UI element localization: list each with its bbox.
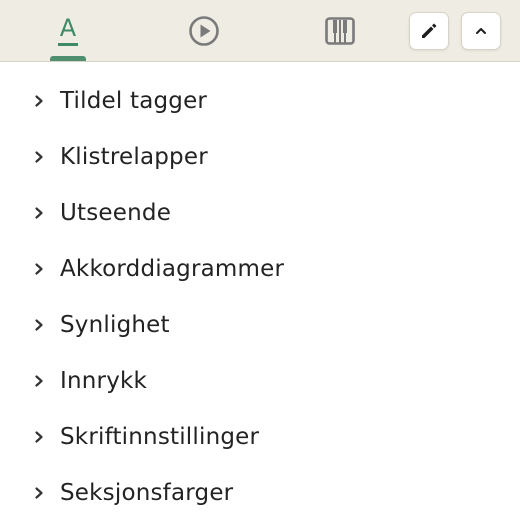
section-label: Akkorddiagrammer	[60, 256, 285, 282]
chevron-right-icon	[35, 319, 43, 331]
section-row-indentation[interactable]: Innrykk	[0, 353, 520, 409]
section-list: Tildel tagger Klistrelapper Utseende Akk…	[0, 73, 520, 521]
section-label: Skriftinnstillinger	[60, 424, 260, 450]
chevron-right-icon	[35, 375, 43, 387]
chevron-right-icon	[35, 487, 43, 499]
edit-button[interactable]	[409, 12, 449, 50]
chevron-right-icon	[35, 263, 43, 275]
section-label: Klistrelapper	[60, 144, 208, 170]
active-tab-indicator	[50, 56, 86, 61]
section-label: Seksjonsfarger	[60, 480, 234, 506]
section-row-sticky-notes[interactable]: Klistrelapper	[0, 129, 520, 185]
section-row-font-settings[interactable]: Skriftinnstillinger	[0, 409, 520, 465]
chevron-right-icon	[35, 207, 43, 219]
chevron-right-icon	[35, 95, 43, 107]
chevron-right-icon	[35, 431, 43, 443]
section-row-section-colors[interactable]: Seksjonsfarger	[0, 465, 520, 521]
section-label: Utseende	[60, 200, 172, 226]
section-row-assign-tags[interactable]: Tildel tagger	[0, 73, 520, 129]
section-label: Tildel tagger	[60, 88, 208, 114]
tab-text[interactable]: A	[40, 0, 96, 61]
section-label: Synlighet	[60, 312, 170, 338]
tab-play[interactable]	[176, 0, 232, 61]
play-circle-icon	[189, 15, 219, 46]
section-row-chord-diagrams[interactable]: Akkorddiagrammer	[0, 241, 520, 297]
toolbar: A	[0, 0, 520, 62]
section-row-visibility[interactable]: Synlighet	[0, 297, 520, 353]
tab-piano[interactable]	[312, 0, 368, 61]
chevron-right-icon	[35, 151, 43, 163]
collapse-button[interactable]	[461, 12, 501, 50]
chevron-up-icon	[476, 28, 486, 34]
letter-a-icon: A	[57, 13, 79, 46]
piano-keys-icon	[325, 16, 355, 45]
section-row-appearance[interactable]: Utseende	[0, 185, 520, 241]
section-label: Innrykk	[60, 368, 148, 394]
pencil-icon	[422, 23, 437, 38]
settings-panel: A Tildel tagger Klistrelapper Utseende A…	[0, 0, 520, 526]
